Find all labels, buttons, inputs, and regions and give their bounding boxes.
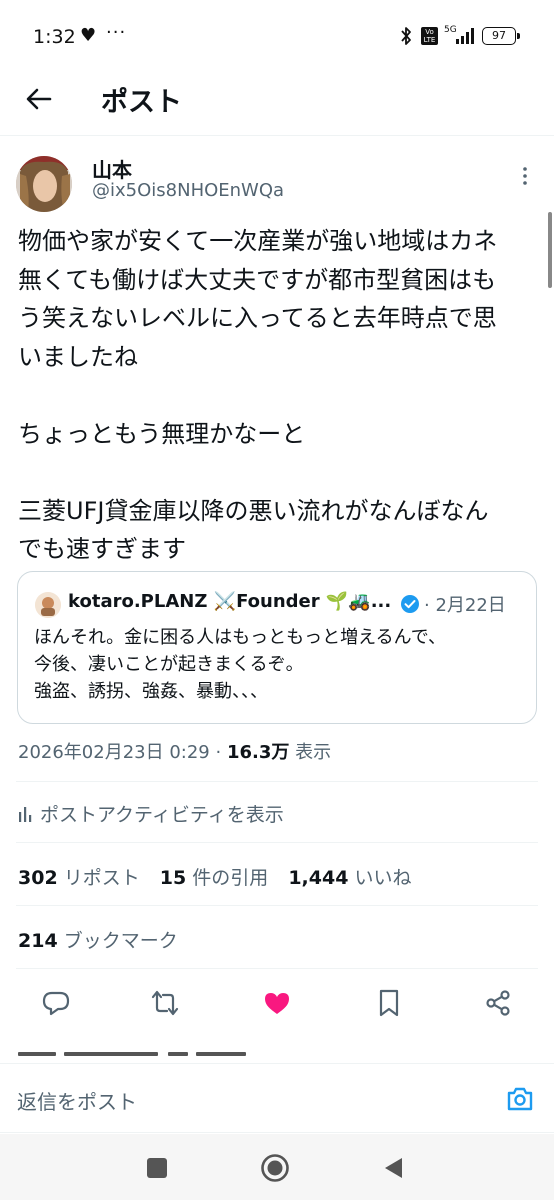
camera-icon[interactable] — [506, 1086, 534, 1112]
quote-author-name: kotaro.PLANZ ⚔️Founder 🌱🚜... — [68, 591, 392, 612]
reposts-label: リポスト — [57, 867, 140, 889]
likes-count: 1,444 — [288, 867, 349, 889]
heart-notification-icon: ♥ — [80, 25, 97, 46]
post-timestamp[interactable]: 2026年02月23日 0:29 — [18, 742, 210, 763]
home-icon[interactable] — [260, 1153, 290, 1183]
post-line: でも速すぎます — [18, 535, 186, 563]
likes-label: いいね — [348, 867, 412, 889]
bookmarks-stat[interactable]: 214 ブックマーク — [18, 926, 178, 953]
quote-date: · 2月22日 — [424, 595, 506, 616]
bookmark-icon[interactable] — [374, 988, 404, 1018]
reposts-stat[interactable]: 302 リポスト — [18, 867, 140, 889]
meta-separator: · — [209, 742, 227, 763]
author-name[interactable]: 山本 — [92, 154, 132, 183]
author-handle[interactable]: @ix5Ois8NHOEnWQa — [92, 180, 284, 201]
post-line: う笑えないレベルに入ってると去年時点で思 — [18, 304, 497, 332]
system-nav-bar — [0, 1134, 554, 1200]
reply-bar: 返信をポスト — [0, 1063, 554, 1133]
quote-author-avatar — [35, 592, 61, 618]
activity-bars-icon — [19, 807, 32, 822]
status-bar: 1:32 ♥ ··· Vo LTE 5G 97 — [0, 0, 554, 74]
post-line: いましたね — [18, 342, 138, 371]
post-line: 三菱UFJ貸金庫以降の悪い流れがなんぼなん — [18, 496, 489, 525]
divider — [16, 968, 538, 969]
likes-stat[interactable]: 1,444 いいね — [288, 867, 411, 889]
bookmarks-label: ブックマーク — [57, 930, 178, 952]
quote-line: 強盗、誘拐、強姦、暴動、、、 — [34, 681, 268, 702]
quote-line: ほんそれ。金に困る人はもっともっと増えるんで、 — [34, 627, 447, 648]
divider — [16, 842, 538, 843]
reposts-count: 302 — [18, 867, 58, 889]
divider — [16, 781, 538, 782]
nav-back-icon[interactable] — [382, 1156, 404, 1180]
action-bar — [0, 980, 554, 1028]
back-arrow-icon[interactable] — [22, 82, 56, 116]
post-text: 物価や家が安くて一次産業が強い地域はカネ 無くても働けば大丈夫ですが都市型貧困は… — [18, 222, 528, 569]
post-line: 物価や家が安くて一次産業が強い地域はカネ — [18, 227, 498, 255]
more-vert-icon[interactable] — [518, 164, 532, 188]
share-icon[interactable] — [483, 988, 513, 1018]
quote-text: ほんそれ。金に困る人はもっともっと増えるんで、 今後、凄いことが起きまくるぞ。 … — [34, 624, 530, 705]
scrollbar[interactable] — [548, 212, 552, 288]
signal-icon — [456, 28, 474, 44]
bluetooth-icon — [401, 27, 411, 45]
quotes-stat[interactable]: 15 件の引用 — [160, 867, 269, 889]
divider — [16, 905, 538, 906]
engagement-stats: 302 リポスト 15 件の引用 1,444 いいね — [18, 863, 425, 890]
post-activity-link[interactable]: ポストアクティビティを表示 — [18, 800, 284, 827]
top-app-bar: ポスト — [0, 74, 554, 136]
quote-line: 今後、凄いことが起きまくるぞ。 — [34, 654, 304, 675]
quoted-post-card[interactable]: kotaro.PLANZ ⚔️Founder 🌱🚜... · 2月22日 ほんそ… — [17, 571, 537, 724]
bookmarks-count: 214 — [18, 930, 58, 952]
volte-icon: Vo LTE — [421, 27, 438, 45]
quotes-label: 件の引用 — [186, 867, 269, 889]
page-title: ポスト — [101, 87, 182, 118]
view-count: 16.3万 — [226, 742, 290, 763]
more-notifications-icon: ··· — [106, 22, 127, 43]
quotes-count: 15 — [159, 867, 187, 889]
reply-input[interactable]: 返信をポスト — [17, 1086, 137, 1115]
status-time: 1:32 — [33, 26, 76, 48]
battery-icon: 97 — [482, 27, 520, 45]
post-line: ちょっともう無理かなーと — [18, 419, 306, 448]
post-meta: 2026年02月23日 0:29 · 16.3万 表示 — [18, 738, 331, 764]
verified-icon — [401, 595, 419, 613]
reply-icon[interactable] — [41, 988, 71, 1018]
repost-icon[interactable] — [150, 988, 180, 1018]
like-heart-icon[interactable] — [262, 988, 292, 1018]
activity-label: ポストアクティビティを表示 — [40, 804, 284, 826]
post-line: 無くても働けば大丈夫ですが都市型貧困はも — [18, 265, 497, 294]
avatar-image — [16, 156, 72, 212]
recents-icon[interactable] — [147, 1158, 167, 1178]
view-label: 表示 — [289, 742, 332, 763]
author-avatar[interactable] — [16, 156, 72, 212]
